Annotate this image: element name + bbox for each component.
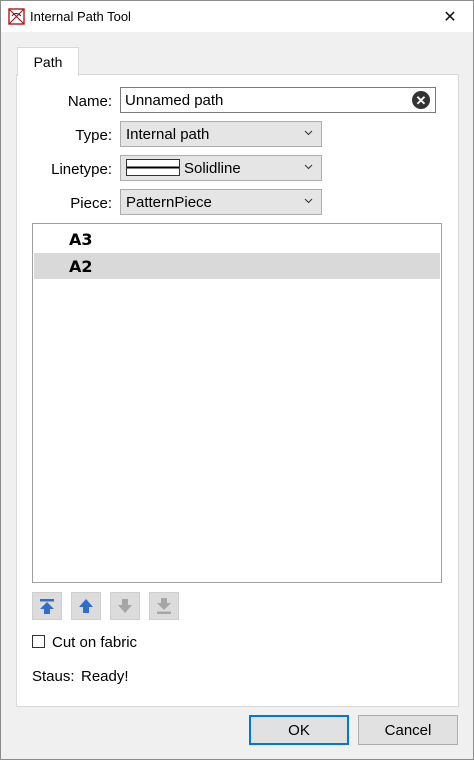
app-logo-icon xyxy=(8,8,25,25)
list-item[interactable]: A3 xyxy=(34,226,440,252)
move-bottom-button[interactable] xyxy=(149,592,179,620)
solid-line-icon xyxy=(126,159,180,176)
linetype-select[interactable]: Solidline xyxy=(120,155,322,181)
list-item-label: A3 xyxy=(69,230,93,249)
name-label: Name: xyxy=(67,93,112,110)
status-value: Ready! xyxy=(81,668,129,685)
piece-label: Piece: xyxy=(70,195,112,212)
cut-on-fabric-checkbox[interactable] xyxy=(32,635,45,648)
dialog-window: Internal Path Tool ✕ Path Name: Unnamed … xyxy=(0,0,474,760)
linetype-value: Solidline xyxy=(184,160,241,177)
move-top-icon xyxy=(40,599,54,614)
close-icon: ✕ xyxy=(443,8,457,26)
move-up-icon xyxy=(79,599,93,613)
ok-button[interactable]: OK xyxy=(249,715,349,745)
tab-label: Path xyxy=(33,54,63,70)
chevron-down-icon xyxy=(304,198,313,204)
cancel-button[interactable]: Cancel xyxy=(358,715,458,745)
cut-on-fabric-label[interactable]: Cut on fabric xyxy=(52,634,137,651)
chevron-down-icon xyxy=(304,164,313,170)
move-down-icon xyxy=(118,599,132,613)
window-title: Internal Path Tool xyxy=(30,9,131,24)
piece-select[interactable]: PatternPiece xyxy=(120,189,322,215)
clear-icon[interactable]: ✕ xyxy=(412,91,430,109)
list-item[interactable]: A2 xyxy=(34,253,440,279)
type-select[interactable]: Internal path xyxy=(120,121,322,147)
name-value: Unnamed path xyxy=(125,92,224,109)
move-top-button[interactable] xyxy=(32,592,62,620)
move-down-button[interactable] xyxy=(110,592,140,620)
move-bottom-icon xyxy=(157,598,171,614)
linetype-label: Linetype: xyxy=(51,161,112,178)
name-field[interactable]: Unnamed path ✕ xyxy=(120,87,436,113)
type-label: Type: xyxy=(75,127,112,144)
title-bar[interactable]: Internal Path Tool ✕ xyxy=(1,1,473,32)
tab-path[interactable]: Path xyxy=(17,47,79,76)
list-item-label: A2 xyxy=(69,257,93,276)
status-label: Staus: xyxy=(32,668,75,685)
piece-value: PatternPiece xyxy=(126,194,212,211)
move-up-button[interactable] xyxy=(71,592,101,620)
type-value: Internal path xyxy=(126,126,210,143)
path-node-list[interactable]: A3 A2 xyxy=(32,223,442,583)
chevron-down-icon xyxy=(304,130,313,136)
close-button[interactable]: ✕ xyxy=(427,1,473,32)
